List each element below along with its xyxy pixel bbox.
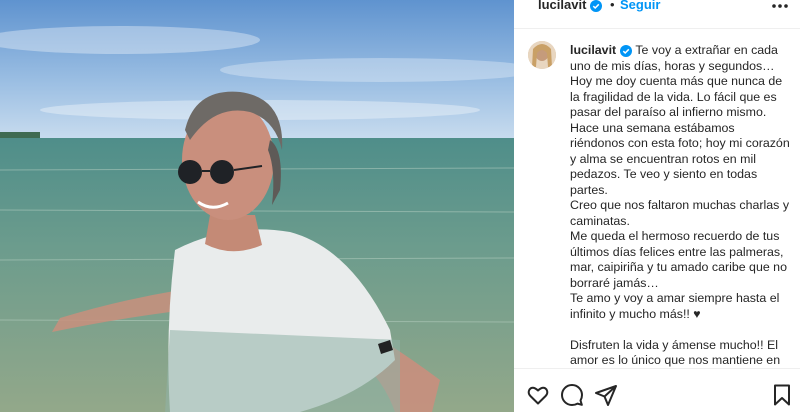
caption-paragraph: Creo que nos faltaron muchas charlas y c… xyxy=(570,198,790,228)
caption-paragraph: Disfruten la vida y ámense mucho!! El am… xyxy=(570,337,781,368)
heart-icon[interactable] xyxy=(526,383,550,407)
follow-button[interactable]: Seguir xyxy=(620,0,660,12)
comment-icon[interactable] xyxy=(560,383,584,407)
more-options-icon[interactable] xyxy=(770,0,790,13)
verified-badge-icon xyxy=(590,0,603,12)
header-username-link[interactable]: lucilavit xyxy=(538,0,603,12)
bookmark-icon[interactable] xyxy=(770,383,794,407)
post-actions-bar xyxy=(514,368,800,413)
post-caption: lucilavit Te voy a extrañar en cada uno … xyxy=(570,43,790,369)
caption-paragraph: Te amo y voy a amar siempre hasta el inf… xyxy=(570,291,780,321)
caption-username-link[interactable]: lucilavit xyxy=(570,43,616,57)
verified-badge-icon xyxy=(620,44,633,57)
beach-photo-illustration xyxy=(0,0,514,412)
post-header: lucilavit • Seguir xyxy=(514,0,800,18)
header-divider xyxy=(514,28,800,29)
avatar[interactable] xyxy=(528,41,556,69)
post-photo[interactable] xyxy=(0,0,514,412)
caption-text: Te voy a extrañar en cada uno de mis día… xyxy=(570,43,790,197)
caption-paragraph: lucilavit Te voy a extrañar en cada uno … xyxy=(570,43,790,198)
profile-photo-icon xyxy=(528,41,556,69)
share-icon[interactable] xyxy=(594,383,618,407)
post-sidebar: lucilavit • Seguir lucilavit Te voy a ex… xyxy=(514,0,800,413)
caption-paragraph: Me queda el hermoso recuerdo de tus últi… xyxy=(570,229,787,290)
header-separator: • xyxy=(610,0,615,12)
